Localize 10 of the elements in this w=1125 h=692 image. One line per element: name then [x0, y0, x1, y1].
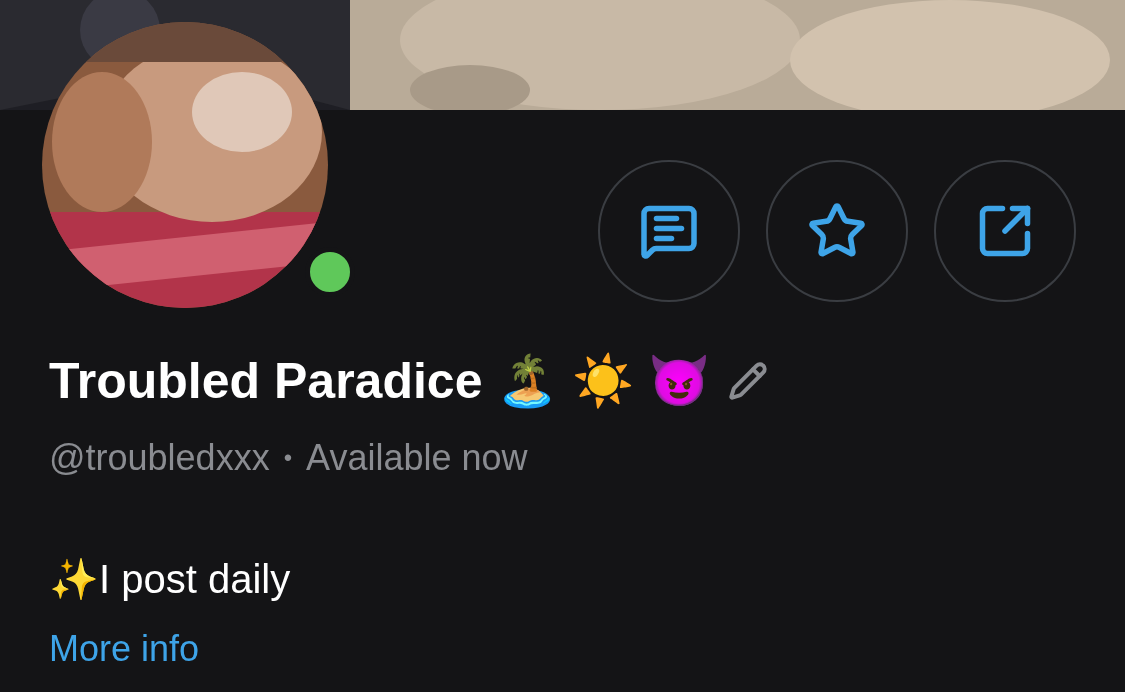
separator: •: [283, 443, 293, 473]
more-info-link[interactable]: More info: [49, 627, 200, 671]
message-button[interactable]: [598, 160, 740, 302]
bio-text: ✨I post daily: [49, 556, 292, 603]
favorite-button[interactable]: [766, 160, 908, 302]
profile-name: Troubled Paradice 🏝 ☀ 😈: [49, 351, 711, 411]
username: @troubledxxx: [49, 436, 270, 480]
availability-status: Available now: [306, 436, 528, 480]
edit-icon[interactable]: [728, 361, 769, 401]
share-button[interactable]: [934, 160, 1076, 302]
